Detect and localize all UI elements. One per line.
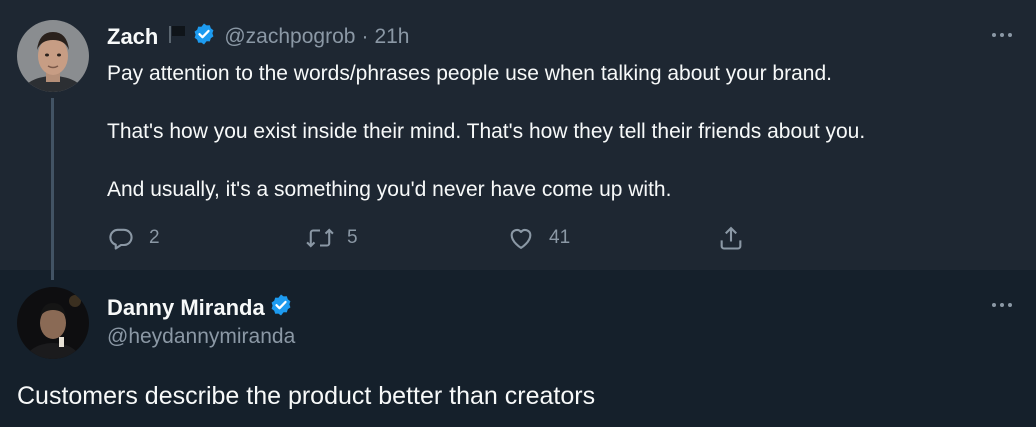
retweet-count: 5 <box>347 227 358 248</box>
author-handle[interactable]: @zachpogrob <box>224 25 355 49</box>
reply-text: Customers describe the product better th… <box>17 382 596 410</box>
reply-button[interactable]: 2 <box>107 222 160 254</box>
tweet-paragraph: That's how you exist inside their mind. … <box>107 120 866 143</box>
author-avatar[interactable] <box>17 20 89 92</box>
more-options-icon[interactable] <box>985 293 1019 317</box>
like-button[interactable]: 41 <box>507 222 570 254</box>
flag-icon <box>166 23 188 50</box>
tweet-actions: 2 5 41 <box>107 222 757 254</box>
share-button[interactable] <box>717 222 745 254</box>
separator-dot: · <box>361 24 369 48</box>
verified-badge-icon[interactable] <box>269 293 293 322</box>
verified-badge-icon[interactable] <box>192 22 216 51</box>
reply-count: 2 <box>149 227 160 248</box>
heart-icon <box>510 228 532 249</box>
more-options-icon[interactable] <box>985 23 1019 47</box>
thread-connector-line <box>51 98 54 280</box>
tweet[interactable]: Zach @zachpogrob · 21h Pay attention to … <box>0 0 1036 270</box>
like-count: 41 <box>549 227 571 248</box>
tweet-text: Pay attention to the words/phrases peopl… <box>107 59 1007 233</box>
retweet-button[interactable]: 5 <box>305 222 358 254</box>
tweet-header: Zach @zachpogrob · 21h <box>107 22 409 51</box>
tweet-paragraph: Pay attention to the words/phrases peopl… <box>107 62 832 85</box>
share-icon <box>720 226 742 250</box>
reply-author-name[interactable]: Danny Miranda <box>107 295 265 321</box>
tweet-paragraph: And usually, it's a something you'd neve… <box>107 178 672 201</box>
reply-handle-row: @heydannymiranda <box>107 325 295 349</box>
reply-author-handle[interactable]: @heydannymiranda <box>107 325 295 349</box>
reply-author-avatar[interactable] <box>17 287 89 359</box>
reply-header: Danny Miranda <box>107 293 293 322</box>
retweet-icon <box>306 228 334 248</box>
author-name[interactable]: Zach <box>107 24 158 50</box>
reply-icon <box>109 228 133 250</box>
timestamp[interactable]: 21h <box>374 25 409 49</box>
